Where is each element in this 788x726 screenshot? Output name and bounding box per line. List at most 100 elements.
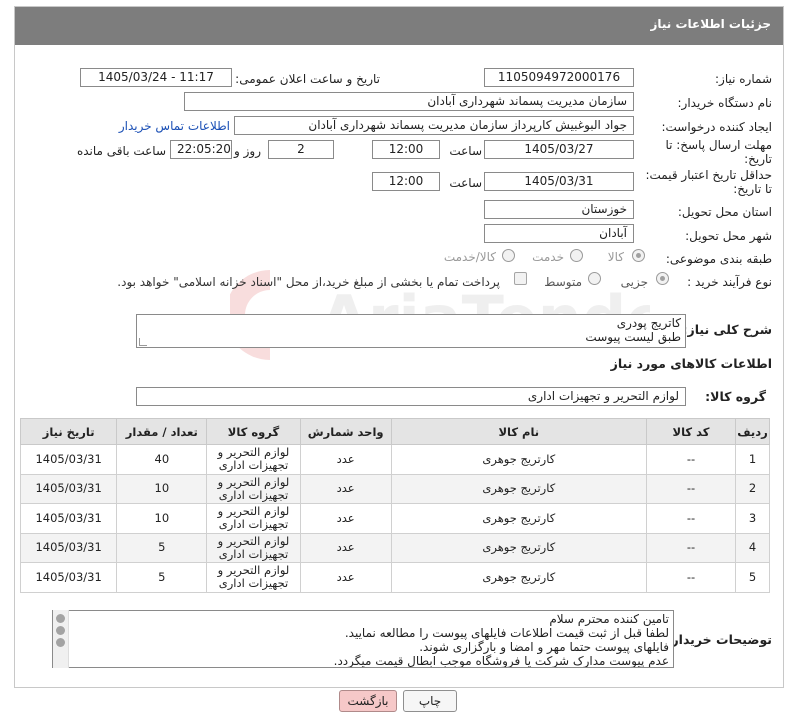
cell-qty: 5 <box>116 562 208 593</box>
cell-name: کارتریج جوهری <box>390 562 647 593</box>
validity-label-date: تا تاریخ: <box>733 182 772 196</box>
cell-unit: عدد <box>299 473 392 504</box>
cell-date: 1405/03/31 <box>19 444 118 475</box>
days-label: روز و <box>234 144 261 158</box>
notes-scrollbar[interactable] <box>53 610 69 668</box>
province-field: خوزستان <box>484 200 634 219</box>
creator-field: جواد البوغبیش کارپرداز سازمان مدیریت پسم… <box>234 116 634 135</box>
cell-unit: عدد <box>299 444 392 475</box>
buyer-org-label: نام دستگاه خریدار: <box>677 96 773 110</box>
col-row: ردیف <box>735 418 770 445</box>
deadline-label-date: تاریخ: <box>744 152 772 166</box>
scroll-down-icon[interactable] <box>56 638 65 647</box>
cell-group: لوازم التحریر و تجهیزات اداری <box>206 473 301 504</box>
buyer-org-field: سازمان مدیریت پسماند شهرداری آبادان <box>184 92 634 111</box>
buyer-notes-textarea[interactable]: تامین کننده محترم سلام لطفا قبل از ثبت ق… <box>52 610 674 668</box>
goods-section-title: اطلاعات کالاهای مورد نیاز <box>610 356 772 371</box>
process-type-label: نوع فرآیند خرید : <box>687 275 772 289</box>
cell-date: 1405/03/31 <box>19 532 118 563</box>
city-field: آبادان <box>484 224 634 243</box>
description-line-2: طبق لیست پیوست <box>585 330 681 344</box>
category-option-goods: کالا <box>607 250 624 264</box>
treasury-note: پرداخت تمام یا بخشی از مبلغ خرید،از محل … <box>117 275 500 289</box>
cell-group: لوازم التحریر و تجهیزات اداری <box>206 503 301 534</box>
creator-label: ایجاد کننده درخواست: <box>661 120 772 134</box>
process-option-minor: جزیی <box>620 275 648 289</box>
validity-time-field: 12:00 <box>372 172 440 191</box>
category-radio-service[interactable] <box>570 249 583 262</box>
description-textarea[interactable]: کاتریج پودری طبق لیست پیوست <box>136 314 686 348</box>
cell-code: -- <box>645 562 737 593</box>
cell-unit: عدد <box>299 532 392 563</box>
cell-name: کارتریج جوهری <box>390 473 647 504</box>
resize-handle-icon[interactable] <box>139 338 147 346</box>
cell-group: لوازم التحریر و تجهیزات اداری <box>206 444 301 475</box>
scroll-thumb-icon[interactable] <box>56 626 65 635</box>
province-label: استان محل تحویل: <box>677 205 772 219</box>
cell-date: 1405/03/31 <box>19 473 118 504</box>
scroll-up-icon[interactable] <box>56 614 65 623</box>
city-label: شهر محل تحویل: <box>685 229 772 243</box>
table-row: 3 -- کارتریج جوهری عدد لوازم التحریر و تج… <box>19 503 770 534</box>
deadline-time-field: 12:00 <box>372 140 440 159</box>
cell-code: -- <box>645 532 737 563</box>
need-number-label: شماره نیاز: <box>715 72 772 86</box>
table-row: 5 -- کارتریج جوهری عدد لوازم التحریر و تج… <box>19 562 770 593</box>
buyer-notes-line-4: عدم پیوست مدارک شرکت یا فروشگاه موجب ابط… <box>333 654 669 668</box>
goods-table: ردیف کد کالا نام کالا واحد شمارش گروه کا… <box>19 418 770 593</box>
process-radio-minor[interactable] <box>656 272 669 285</box>
buyer-notes-line-2: لطفا قبل از ثبت قیمت اطلاعات فایلهای پیو… <box>344 626 669 640</box>
cell-group: لوازم التحریر و تجهیزات اداری <box>206 562 301 593</box>
cell-code: -- <box>645 473 737 504</box>
cell-name: کارتریج جوهری <box>390 503 647 534</box>
deadline-time-label: ساعت <box>449 144 482 158</box>
cell-qty: 5 <box>116 532 208 563</box>
remaining-label: ساعت باقی مانده <box>76 144 166 158</box>
col-code: کد کالا <box>645 418 737 445</box>
buyer-notes-line-1: تامین کننده محترم سلام <box>549 612 669 626</box>
need-number-field: 1105094972000176 <box>484 68 634 87</box>
table-row: 2 -- کارتریج جوهری عدد لوازم التحریر و تج… <box>19 473 770 504</box>
buyer-notes-line-3: فایلهای پیوست حتما مهر و امضا و بارگزاری… <box>419 640 669 654</box>
process-radio-medium[interactable] <box>588 272 601 285</box>
cell-row: 4 <box>735 532 770 563</box>
back-button[interactable]: بازگشت <box>339 690 397 712</box>
cell-qty: 10 <box>116 473 208 504</box>
description-label: شرح کلی نیاز: <box>682 322 772 337</box>
goods-group-field: لوازم التحریر و تجهیزات اداری <box>136 387 686 406</box>
print-button[interactable]: چاپ <box>403 690 457 712</box>
cell-group: لوازم التحریر و تجهیزات اداری <box>206 532 301 563</box>
treasury-checkbox[interactable] <box>514 272 527 285</box>
cell-code: -- <box>645 503 737 534</box>
remaining-time-field: 22:05:20 <box>170 140 232 159</box>
validity-time-label: ساعت <box>449 176 482 190</box>
cell-name: کارتریج جوهری <box>390 532 647 563</box>
cell-code: -- <box>645 444 737 475</box>
col-date: تاریخ نیاز <box>19 418 118 445</box>
cell-date: 1405/03/31 <box>19 503 118 534</box>
cell-row: 1 <box>735 444 770 475</box>
category-radio-goods-service[interactable] <box>502 249 515 262</box>
deadline-date-field: 1405/03/27 <box>484 140 634 159</box>
contact-info-link[interactable]: اطلاعات تماس خریدار <box>119 119 230 133</box>
cell-unit: عدد <box>299 503 392 534</box>
cell-date: 1405/03/31 <box>19 562 118 593</box>
buyer-notes-label: توضیحات خریدار: <box>666 632 772 647</box>
goods-group-label: گروه کالا: <box>705 389 766 404</box>
announce-field: 1405/03/24 - 11:17 <box>80 68 232 87</box>
process-option-medium: متوسط <box>544 275 582 289</box>
validity-date-field: 1405/03/31 <box>484 172 634 191</box>
category-label: طبقه بندی موضوعی: <box>665 252 772 266</box>
cell-row: 3 <box>735 503 770 534</box>
cell-name: کارتریج جوهری <box>390 444 647 475</box>
description-line-1: کاتریج پودری <box>616 316 681 330</box>
col-unit: واحد شمارش <box>299 418 392 445</box>
cell-unit: عدد <box>299 562 392 593</box>
category-option-service: خدمت <box>532 250 564 264</box>
category-radio-goods[interactable] <box>632 249 645 262</box>
validity-label: حداقل تاریخ اعتبار قیمت: <box>645 168 772 182</box>
days-remaining-field: 2 <box>268 140 334 159</box>
panel-title: جزئیات اطلاعات نیاز <box>15 7 783 45</box>
col-group: گروه کالا <box>206 418 301 445</box>
col-name: نام کالا <box>390 418 647 445</box>
